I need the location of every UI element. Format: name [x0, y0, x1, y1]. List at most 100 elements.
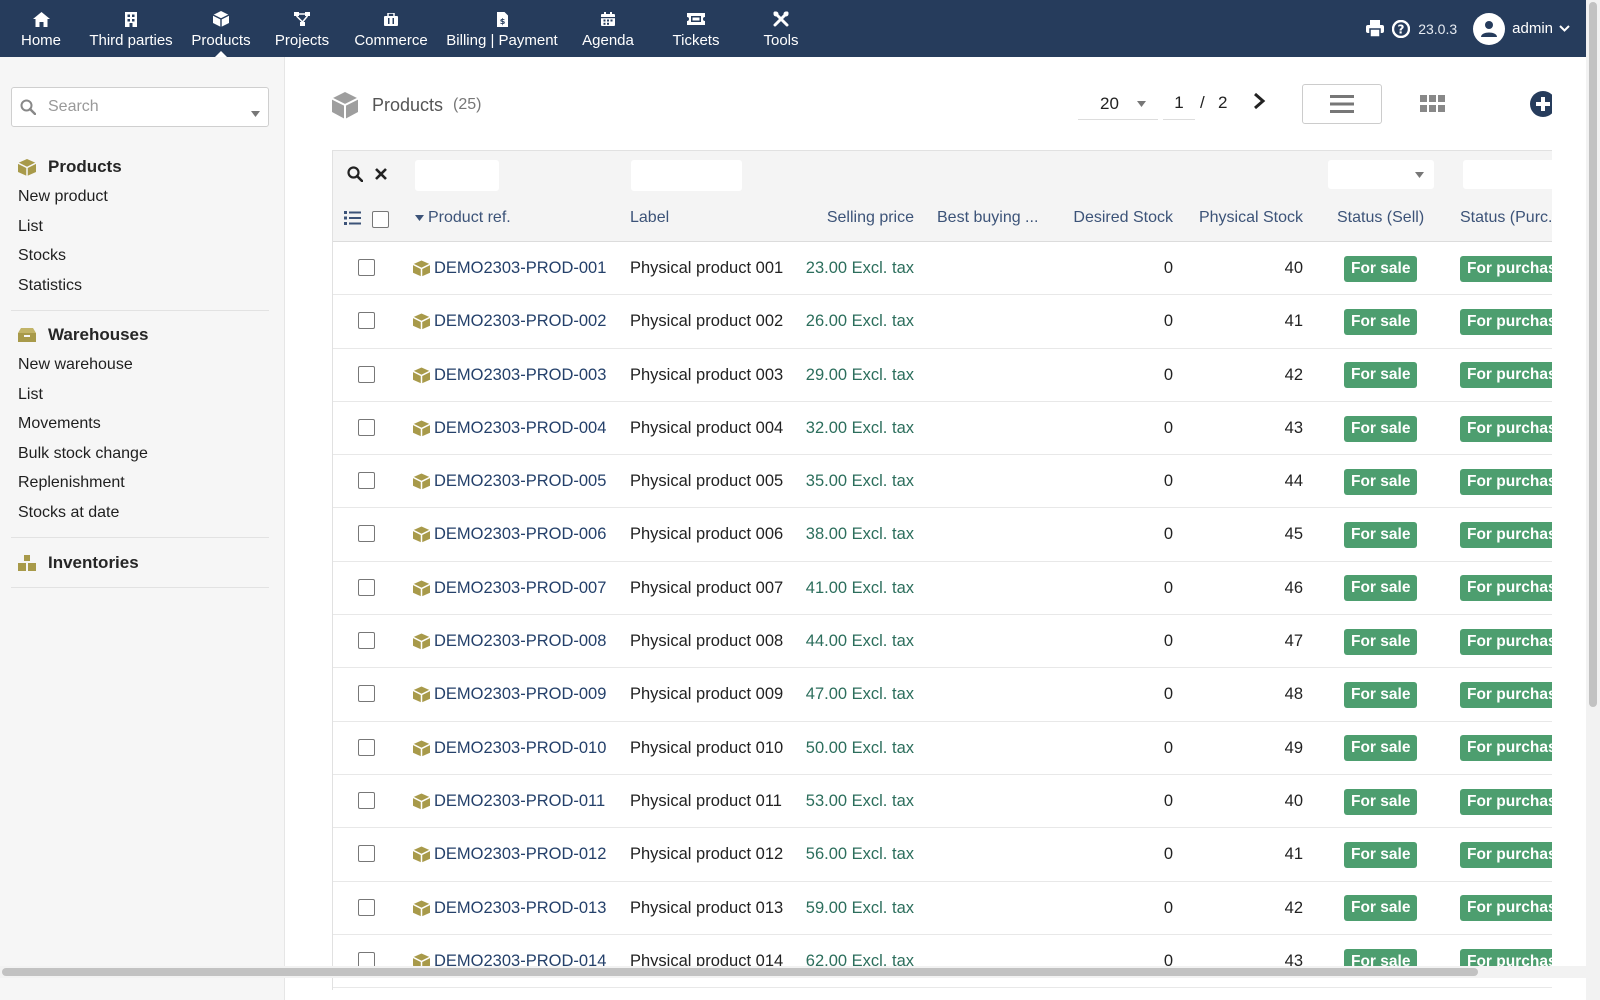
column-header-physical-stock[interactable]: Physical Stock: [1183, 197, 1303, 241]
menu-new-product[interactable]: New product: [0, 182, 284, 212]
table-row[interactable]: DEMO2303-PROD-013 Physical product 013 59.…: [333, 882, 1552, 935]
product-ref-link[interactable]: DEMO2303-PROD-014: [413, 935, 606, 988]
table-row[interactable]: DEMO2303-PROD-011 Physical product 011 53.…: [333, 775, 1552, 829]
menu-group-warehouses: Warehouses New warehouse List Movements …: [0, 320, 284, 527]
column-header-label[interactable]: Label: [630, 197, 669, 241]
sidebar-search-input[interactable]: [46, 97, 240, 117]
table-row[interactable]: DEMO2303-PROD-004 Physical product 004 32.…: [333, 402, 1552, 456]
product-ref-link[interactable]: DEMO2303-PROD-005: [413, 455, 606, 508]
menu-title-warehouses[interactable]: Warehouses: [0, 320, 284, 350]
nav-third-parties[interactable]: Third parties: [82, 0, 180, 57]
product-ref-link[interactable]: DEMO2303-PROD-011: [413, 775, 605, 828]
help-icon[interactable]: ?: [1392, 19, 1411, 38]
product-ref-link[interactable]: DEMO2303-PROD-001: [413, 242, 606, 295]
menu-replenishment[interactable]: Replenishment: [0, 468, 284, 498]
calendar-icon: [601, 10, 615, 28]
table-row[interactable]: DEMO2303-PROD-007 Physical product 007 41.…: [333, 562, 1552, 616]
table-row[interactable]: DEMO2303-PROD-009 Physical product 009 47.…: [333, 668, 1552, 722]
row-checkbox[interactable]: [358, 525, 375, 543]
menu-stocks[interactable]: Stocks: [0, 241, 284, 271]
add-new-icon[interactable]: [1530, 91, 1556, 122]
product-ref-link[interactable]: DEMO2303-PROD-009: [413, 668, 606, 721]
table-row[interactable]: DEMO2303-PROD-002 Physical product 002 26.…: [333, 295, 1552, 349]
filter-ref-input[interactable]: [415, 160, 499, 191]
nav-products[interactable]: Products: [180, 0, 262, 57]
caret-down-icon[interactable]: [251, 104, 260, 122]
table-row[interactable]: DEMO2303-PROD-012 Physical product 012 56.…: [333, 828, 1552, 882]
menu-statistics[interactable]: Statistics: [0, 271, 284, 301]
column-selector-icon[interactable]: [344, 211, 361, 230]
product-ref-link[interactable]: DEMO2303-PROD-003: [413, 349, 606, 402]
nav-billing-payment[interactable]: $ Billing | Payment: [440, 0, 564, 57]
product-ref-link[interactable]: DEMO2303-PROD-007: [413, 562, 606, 615]
row-checkbox[interactable]: [358, 685, 375, 703]
user-name[interactable]: admin: [1512, 20, 1553, 37]
chevron-down-icon[interactable]: [1559, 25, 1570, 32]
product-ref-link[interactable]: DEMO2303-PROD-012: [413, 828, 606, 881]
table-row[interactable]: DEMO2303-PROD-005 Physical product 005 35.…: [333, 455, 1552, 509]
table-row[interactable]: DEMO2303-PROD-001 Physical product 001 23.…: [333, 242, 1552, 296]
filter-label-input[interactable]: [631, 160, 742, 191]
column-header-best-buying[interactable]: Best buying ...: [937, 197, 1038, 241]
menu-product-list[interactable]: List: [0, 212, 284, 242]
nav-commerce[interactable]: Commerce: [342, 0, 440, 57]
nav-home[interactable]: Home: [0, 0, 82, 57]
product-ref-link[interactable]: DEMO2303-PROD-013: [413, 882, 606, 935]
menu-stocks-at-date[interactable]: Stocks at date: [0, 498, 284, 528]
product-ref-link[interactable]: DEMO2303-PROD-002: [413, 295, 606, 348]
vertical-scrollbar[interactable]: [1586, 0, 1600, 1000]
total-pages[interactable]: 2: [1218, 93, 1227, 113]
page-size-select[interactable]: 20: [1078, 86, 1158, 120]
next-page-icon[interactable]: [1252, 92, 1266, 115]
row-checkbox[interactable]: [358, 738, 375, 756]
row-checkbox[interactable]: [358, 791, 375, 809]
row-checkbox[interactable]: [358, 418, 375, 436]
menu-warehouse-list[interactable]: List: [0, 380, 284, 410]
nav-tickets[interactable]: Tickets: [652, 0, 740, 57]
row-checkbox[interactable]: [358, 845, 375, 863]
nav-agenda[interactable]: Agenda: [564, 0, 652, 57]
search-icon[interactable]: [347, 166, 363, 182]
row-checkbox[interactable]: [358, 472, 375, 490]
table-row[interactable]: DEMO2303-PROD-003 Physical product 003 29.…: [333, 349, 1552, 402]
current-page-input[interactable]: 1: [1163, 86, 1195, 120]
column-header-ref[interactable]: Product ref.: [415, 197, 511, 241]
nav-tickets-label: Tickets: [672, 32, 720, 49]
physical-stock-cell: 49: [1284, 738, 1303, 757]
clear-filter-icon[interactable]: [375, 168, 387, 180]
table-row[interactable]: DEMO2303-PROD-008 Physical product 008 44.…: [333, 615, 1552, 669]
filter-status-sell-select[interactable]: [1328, 160, 1434, 189]
filter-status-purchase-select[interactable]: [1463, 160, 1552, 189]
table-row[interactable]: DEMO2303-PROD-010 Physical product 010 50.…: [333, 722, 1552, 775]
product-ref-link[interactable]: DEMO2303-PROD-010: [413, 722, 606, 775]
row-checkbox[interactable]: [358, 365, 375, 383]
row-checkbox[interactable]: [358, 632, 375, 650]
product-ref-link[interactable]: DEMO2303-PROD-004: [413, 402, 606, 455]
column-header-desired-stock[interactable]: Desired Stock: [1053, 197, 1173, 241]
row-checkbox[interactable]: [358, 312, 375, 330]
table-row[interactable]: DEMO2303-PROD-006 Physical product 006 38.…: [333, 508, 1552, 562]
menu-movements[interactable]: Movements: [0, 409, 284, 439]
row-checkbox[interactable]: [358, 578, 375, 596]
horizontal-scrollbar[interactable]: [0, 966, 1600, 978]
nav-projects[interactable]: Projects: [262, 0, 342, 57]
menu-new-warehouse[interactable]: New warehouse: [0, 350, 284, 380]
kanban-view-icon[interactable]: [1420, 95, 1445, 118]
column-header-status-purchase[interactable]: Status (Purc...: [1460, 197, 1552, 241]
row-checkbox[interactable]: [358, 898, 375, 916]
column-header-selling-price[interactable]: Selling price: [803, 197, 914, 241]
product-ref-link[interactable]: DEMO2303-PROD-006: [413, 508, 606, 561]
user-avatar[interactable]: [1473, 12, 1506, 45]
column-header-status-sell[interactable]: Status (Sell): [1337, 197, 1424, 241]
menu-title-products[interactable]: Products: [0, 152, 284, 182]
select-all-checkbox[interactable]: [372, 211, 389, 228]
row-checkbox[interactable]: [358, 259, 375, 276]
print-icon[interactable]: [1366, 20, 1385, 37]
sidebar-search[interactable]: [11, 87, 269, 127]
menu-bulk-stock-change[interactable]: Bulk stock change: [0, 439, 284, 469]
product-ref-link[interactable]: DEMO2303-PROD-008: [413, 615, 606, 668]
menu-title-inventories[interactable]: Inventories: [0, 548, 284, 578]
list-view-button[interactable]: [1302, 84, 1382, 124]
table-row[interactable]: DEMO2303-PROD-014 Physical product 014 62.…: [333, 935, 1552, 989]
nav-tools[interactable]: Tools: [740, 0, 822, 57]
